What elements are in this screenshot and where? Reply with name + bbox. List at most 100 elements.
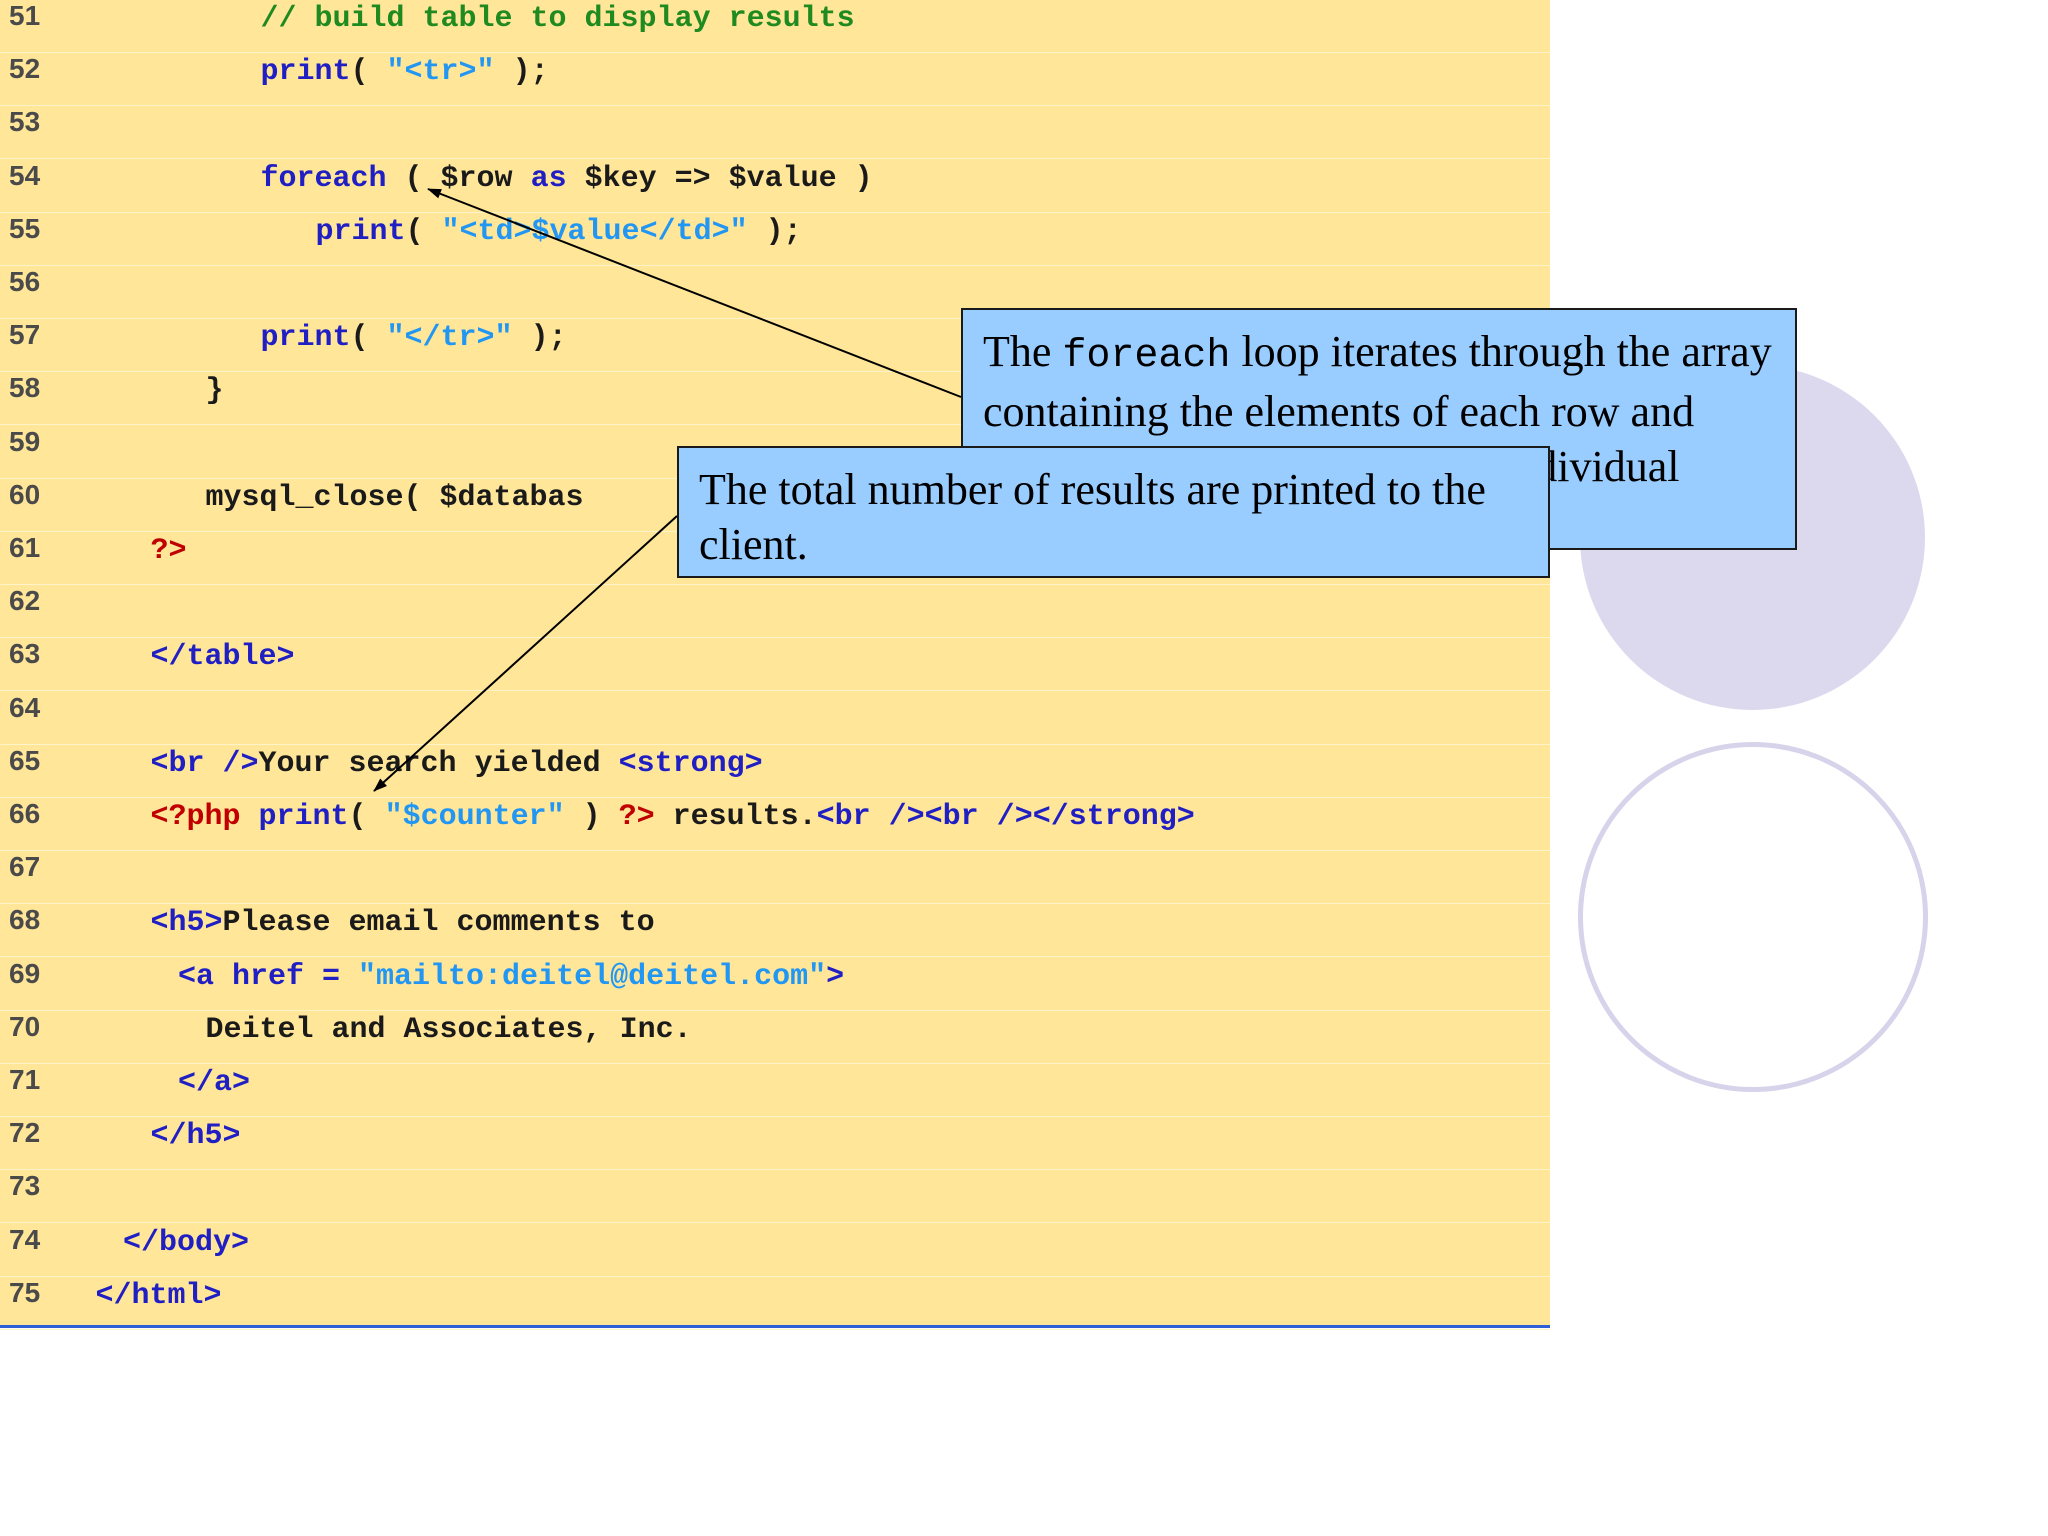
code-line: 71 </a>	[0, 1064, 1550, 1117]
code-token: );	[494, 55, 549, 90]
code-text: mysql_close( $databas	[206, 481, 584, 515]
line-number: 63	[9, 638, 41, 670]
code-text: </body>	[123, 1226, 249, 1260]
code-token: mysql_close( $databas	[205, 480, 584, 515]
slide: 51 // build table to display results 52 pri…	[0, 0, 2048, 1536]
code-token: >	[826, 959, 845, 994]
code-text: </html>	[96, 1279, 222, 1313]
code-token: (	[350, 55, 387, 90]
line-number: 53	[9, 106, 41, 138]
code-token: Deitel and Associates, Inc.	[205, 1012, 692, 1047]
code-line: 64	[0, 692, 1550, 745]
code-token: "</tr>"	[386, 321, 513, 356]
code-text: </table>	[151, 640, 295, 674]
code-line: 65 <br />Your search yielded <strong>	[0, 745, 1550, 798]
code-line: 63 </table>	[0, 638, 1550, 692]
code-text: </a>	[178, 1066, 250, 1100]
code-line: 72 </h5>	[0, 1117, 1550, 1171]
code-token: <a href =	[178, 959, 359, 994]
line-number: 73	[9, 1170, 41, 1202]
code-token: </h5>	[150, 1119, 241, 1154]
code-token: )	[564, 800, 619, 834]
code-text: print( "<td>$value</td>" );	[316, 215, 802, 249]
code-line: 62	[0, 585, 1550, 639]
line-number: 71	[9, 1064, 41, 1095]
code-token: results.	[654, 800, 817, 834]
line-number: 72	[9, 1117, 41, 1149]
code-token: (	[348, 800, 385, 834]
line-number: 58	[9, 372, 41, 404]
line-number: 59	[9, 425, 41, 457]
code-token: ( $row	[386, 161, 531, 196]
code-token: (	[350, 321, 387, 356]
code-line: 70 Deitel and Associates, Inc.	[0, 1011, 1550, 1064]
code-listing: 51 // build table to display results 52 pri…	[0, 0, 1550, 1330]
code-token: <h5>	[150, 906, 223, 941]
code-token: $key => $value )	[566, 161, 873, 196]
line-number: 67	[9, 851, 41, 883]
code-token: print	[260, 55, 351, 90]
code-token: );	[512, 321, 567, 356]
code-token: Please email comments to	[222, 906, 655, 941]
code-token: Your search yielded	[258, 746, 619, 781]
code-token: <?php	[150, 800, 241, 834]
code-text: <br />Your search yielded <strong>	[151, 747, 763, 781]
line-number: 65	[9, 744, 41, 776]
code-token: </table>	[150, 640, 295, 675]
line-number: 74	[9, 1223, 41, 1255]
line-number: 68	[9, 904, 41, 936]
code-text: print( "</tr>" );	[261, 321, 567, 355]
code-line: 53	[0, 106, 1550, 160]
code-token: print	[260, 321, 351, 356]
code-token: </html>	[95, 1278, 222, 1313]
callout-results-text: The total number of results are printed …	[699, 465, 1486, 569]
code-token: (	[405, 214, 442, 249]
code-line: 54 foreach ( $row as $key => $value )	[0, 160, 1550, 213]
line-number: 66	[9, 798, 41, 829]
code-token: </body>	[123, 1225, 250, 1260]
code-token: ?>	[150, 534, 187, 568]
line-number: 62	[9, 585, 41, 617]
callout-foreach-code-word: foreach	[1062, 334, 1231, 379]
line-number: 56	[9, 266, 41, 297]
code-token: print	[258, 800, 349, 834]
code-line: 66 <?php print( "$counter" ) ?> results.<…	[0, 798, 1550, 851]
code-line: 68 <h5>Please email comments to	[0, 904, 1550, 958]
code-token: <br />	[150, 746, 259, 781]
code-token: "$counter"	[384, 800, 565, 834]
code-line: 52 print( "<tr>" );	[0, 53, 1550, 107]
code-line: 69 <a href = "mailto:deitel@deitel.com">	[0, 958, 1550, 1011]
callout-results-explanation: The total number of results are printed …	[677, 446, 1550, 578]
code-text: ?>	[151, 534, 187, 568]
line-number: 64	[9, 691, 41, 723]
code-token: "mailto:deitel@deitel.com"	[358, 959, 827, 994]
line-number: 75	[9, 1276, 41, 1308]
code-token: </a>	[178, 1066, 251, 1100]
code-text: <h5>Please email comments to	[151, 906, 655, 940]
code-line: 51 // build table to display results	[0, 0, 1550, 53]
code-token: <strong>	[618, 746, 763, 781]
code-token: as	[530, 161, 567, 196]
line-number: 55	[9, 212, 41, 244]
code-line: 55 print( "<td>$value</td>" );	[0, 213, 1550, 266]
code-text: // build table to display results	[261, 2, 855, 36]
code-text: <a href = "mailto:deitel@deitel.com">	[178, 960, 844, 994]
code-token: ?>	[618, 800, 655, 834]
code-text: }	[206, 374, 224, 408]
callout-foreach-text-before: The	[983, 327, 1063, 376]
code-line: 73	[0, 1170, 1550, 1224]
code-token: // build table to display results	[260, 2, 855, 36]
code-token: );	[747, 214, 802, 249]
code-line: 75 </html>	[0, 1277, 1550, 1330]
line-number: 69	[9, 957, 41, 989]
code-text: Deitel and Associates, Inc.	[206, 1013, 692, 1047]
code-text: </h5>	[151, 1119, 241, 1153]
line-number: 61	[9, 532, 41, 563]
decorative-circle-outline	[1578, 742, 1928, 1092]
code-line: 67	[0, 851, 1550, 905]
code-text: foreach ( $row as $key => $value )	[261, 162, 873, 196]
line-number: 57	[9, 319, 41, 351]
code-text: <?php print( "$counter" ) ?> results.<br…	[151, 800, 1195, 834]
line-number: 52	[9, 53, 41, 85]
